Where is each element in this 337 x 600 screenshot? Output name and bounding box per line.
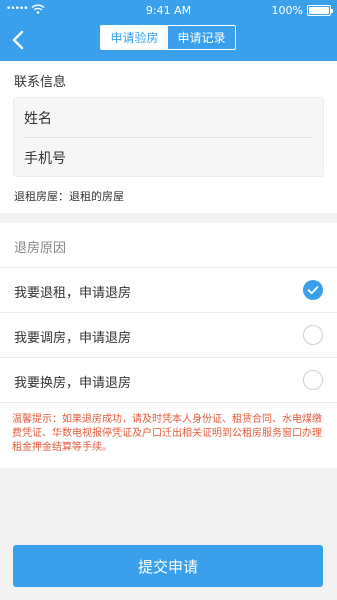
rental-house-info: 退租房屋：退租的房屋 bbox=[14, 190, 124, 203]
contact-title: 联系信息 bbox=[14, 75, 67, 90]
battery-icon bbox=[307, 5, 333, 16]
chevron-left-icon bbox=[12, 30, 24, 50]
name-field[interactable]: 姓名 bbox=[24, 98, 313, 137]
reason-title: 退房原因 bbox=[14, 241, 67, 256]
submit-button[interactable]: 提交申请 bbox=[13, 545, 323, 587]
option-label: 我要调房，申请退房 bbox=[14, 331, 132, 346]
phone-label: 手机号 bbox=[24, 150, 66, 167]
back-button[interactable] bbox=[8, 28, 30, 52]
segmented-tabs: 申请验房 申请记录 bbox=[100, 25, 236, 50]
battery-percent: 100% bbox=[271, 4, 303, 17]
tab-apply-inspection[interactable]: 申请验房 bbox=[101, 26, 168, 49]
phone-field[interactable]: 手机号 bbox=[24, 138, 313, 177]
tab-apply-records[interactable]: 申请记录 bbox=[168, 26, 235, 49]
contact-section: 联系信息 姓名 手机号 退租房屋：退租的房屋 bbox=[0, 61, 337, 213]
contact-fields: 姓名 手机号 bbox=[13, 97, 324, 177]
unchecked-radio-icon[interactable] bbox=[303, 325, 323, 345]
option-terminate-lease[interactable]: 我要退租，申请退房 bbox=[0, 267, 337, 312]
option-label: 我要换房，申请退房 bbox=[14, 376, 132, 391]
unchecked-radio-icon[interactable] bbox=[303, 370, 323, 390]
battery-indicator: 100% bbox=[271, 4, 333, 17]
warm-tips: 温馨提示：如果退房成功，请及时凭本人身份证、租赁合同、水电煤缴费凭证、华数电视报… bbox=[12, 414, 322, 453]
reason-section: 退房原因 我要退租，申请退房 我要调房，申请退房 我要换房，申请退房 温馨提示：… bbox=[0, 223, 337, 468]
option-transfer-house[interactable]: 我要调房，申请退房 bbox=[0, 312, 337, 357]
checked-radio-icon[interactable] bbox=[303, 280, 323, 300]
status-bar: ••••• 9:41 AM 100% bbox=[0, 0, 337, 22]
divider bbox=[0, 402, 337, 403]
option-exchange-house[interactable]: 我要换房，申请退房 bbox=[0, 357, 337, 402]
option-label: 我要退租，申请退房 bbox=[14, 286, 132, 301]
name-label: 姓名 bbox=[24, 110, 52, 127]
app-header: ••••• 9:41 AM 100% 申请验房 申请记录 bbox=[0, 0, 337, 61]
